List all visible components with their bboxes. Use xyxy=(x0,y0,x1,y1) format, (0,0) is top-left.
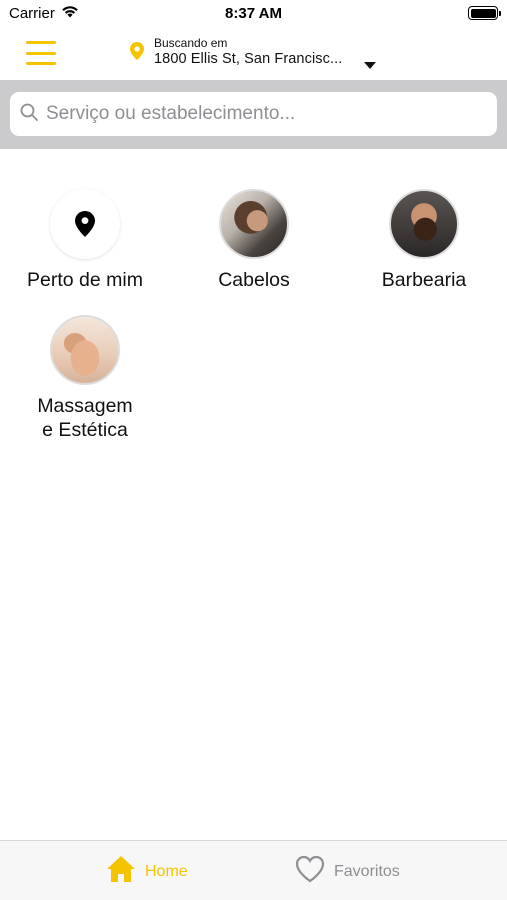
category-label: Cabelos xyxy=(218,269,290,291)
tab-favoritos-label: Favoritos xyxy=(334,862,400,880)
search-icon xyxy=(20,103,38,126)
category-label-multiline: Massagem e Estética xyxy=(37,394,132,442)
category-perto-de-mim[interactable]: Perto de mim xyxy=(0,189,170,292)
category-label-line2: e Estética xyxy=(42,419,128,441)
location-address: 1800 Ellis St, San Francisc... xyxy=(154,51,343,67)
massage-photo xyxy=(50,315,120,385)
category-label-line1: Massagem xyxy=(37,395,133,417)
category-label: Barbearia xyxy=(381,269,467,291)
status-time: 8:37 AM xyxy=(225,5,282,22)
location-pin-icon xyxy=(130,42,144,65)
hamburger-menu-icon[interactable] xyxy=(26,41,56,65)
caret-down-icon[interactable] xyxy=(364,57,376,75)
bottom-tab-bar: Home Favoritos xyxy=(0,840,507,900)
top-header: Buscando em 1800 Ellis St, San Francisc.… xyxy=(0,28,507,80)
tab-home[interactable]: Home xyxy=(106,855,188,888)
location-prefix: Buscando em xyxy=(154,36,228,50)
beard-photo xyxy=(389,189,459,259)
category-cabelos[interactable]: Cabelos xyxy=(169,189,339,292)
search-input[interactable] xyxy=(46,103,466,125)
category-barbearia[interactable]: Barbearia xyxy=(339,189,507,292)
search-bar-container xyxy=(0,80,507,149)
home-icon xyxy=(106,855,136,888)
tab-favoritos[interactable]: Favoritos xyxy=(295,855,400,888)
haircut-photo xyxy=(219,189,289,259)
map-pin-icon xyxy=(50,189,120,259)
battery-icon xyxy=(468,6,501,20)
search-box[interactable] xyxy=(10,92,497,136)
app-screen: Carrier 8:37 AM Buscando em 1800 Ellis S… xyxy=(0,0,507,900)
location-selector[interactable]: Buscando em 1800 Ellis St, San Francisc.… xyxy=(130,36,376,69)
tab-home-label: Home xyxy=(145,862,188,880)
status-bar: Carrier 8:37 AM xyxy=(0,0,507,28)
location-text: Buscando em 1800 Ellis St, San Francisc.… xyxy=(154,36,342,68)
category-label: Perto de mim xyxy=(27,269,143,291)
heart-icon xyxy=(295,855,325,888)
category-massagem-estetica[interactable]: Massagem e Estética xyxy=(0,315,170,442)
